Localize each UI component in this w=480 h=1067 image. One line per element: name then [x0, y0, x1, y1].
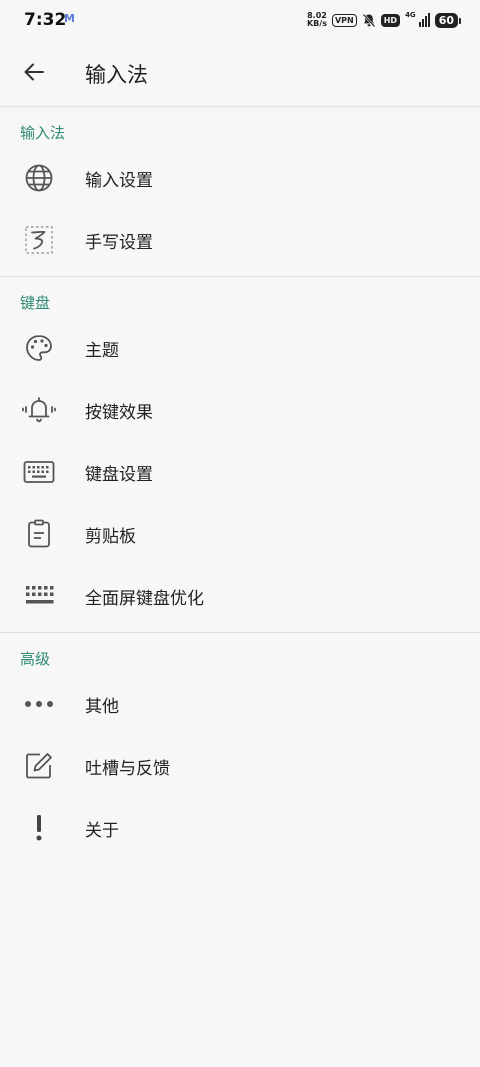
- status-bar: 7:32 M 8.02 KB/s VPN HD 4G 60: [0, 0, 480, 40]
- handwriting-icon: [22, 223, 56, 257]
- section-header-advanced: 高级: [20, 650, 51, 668]
- settings-item-label: 吐槽与反馈: [85, 758, 170, 779]
- settings-item-theme[interactable]: 主题: [0, 317, 480, 379]
- settings-item-key-effects[interactable]: 按键效果: [0, 379, 480, 441]
- vpn-icon: VPN: [331, 13, 357, 27]
- settings-item-keyboard-settings[interactable]: 键盘设置: [0, 441, 480, 503]
- settings-item-label: 全面屏键盘优化: [85, 588, 204, 609]
- more-dots-icon: [22, 687, 56, 721]
- settings-list: 输入法 输入设置 手写设置 键盘 主题 按键效果 键盘设置 剪贴板 全面屏键盘优…: [0, 107, 480, 859]
- hd-icon: HD: [380, 13, 401, 27]
- settings-item-handwriting-settings[interactable]: 手写设置: [0, 209, 480, 271]
- mail-notification-icon: M: [64, 12, 75, 25]
- settings-item-label: 关于: [85, 820, 119, 841]
- palette-icon: [22, 331, 56, 365]
- section-header-keyboard: 键盘: [20, 294, 51, 312]
- settings-item-label: 手写设置: [85, 232, 153, 253]
- settings-item-feedback[interactable]: 吐槽与反馈: [0, 735, 480, 797]
- battery-icon: 60: [434, 12, 462, 28]
- settings-item-label: 主题: [85, 340, 119, 361]
- settings-item-label: 剪贴板: [85, 526, 136, 547]
- settings-item-input-settings[interactable]: 输入设置: [0, 147, 480, 209]
- settings-item-other[interactable]: 其他: [0, 673, 480, 735]
- bell-vibrate-icon: [22, 393, 56, 427]
- network-speed: 8.02 KB/s: [307, 12, 327, 28]
- keyboard-icon: [22, 455, 56, 489]
- settings-item-label: 按键效果: [85, 402, 153, 423]
- page-title: 输入法: [85, 63, 148, 87]
- status-time: 7:32: [24, 10, 67, 30]
- mute-bell-icon: [362, 13, 376, 28]
- keyboard-dots-icon: [22, 579, 56, 613]
- signal-strength-icon: [418, 13, 430, 27]
- settings-item-label: 其他: [85, 696, 119, 717]
- settings-item-label: 键盘设置: [85, 464, 153, 485]
- clipboard-icon: [22, 517, 56, 551]
- settings-item-clipboard[interactable]: 剪贴板: [0, 503, 480, 565]
- exclamation-icon: [22, 811, 56, 845]
- app-bar: 输入法: [0, 40, 480, 107]
- network-type: 4G: [405, 11, 416, 19]
- arrow-left-icon: [23, 61, 45, 83]
- status-indicators: 8.02 KB/s VPN HD 4G 60: [307, 9, 462, 31]
- settings-item-fullscreen-keyboard-optimization[interactable]: 全面屏键盘优化: [0, 565, 480, 627]
- back-button[interactable]: [12, 50, 56, 94]
- settings-item-label: 输入设置: [85, 170, 153, 191]
- edit-feedback-icon: [22, 749, 56, 783]
- globe-icon: [22, 161, 56, 195]
- section-header-input-method: 输入法: [20, 124, 66, 142]
- settings-item-about[interactable]: 关于: [0, 797, 480, 859]
- network-speed-unit: KB/s: [306, 19, 327, 28]
